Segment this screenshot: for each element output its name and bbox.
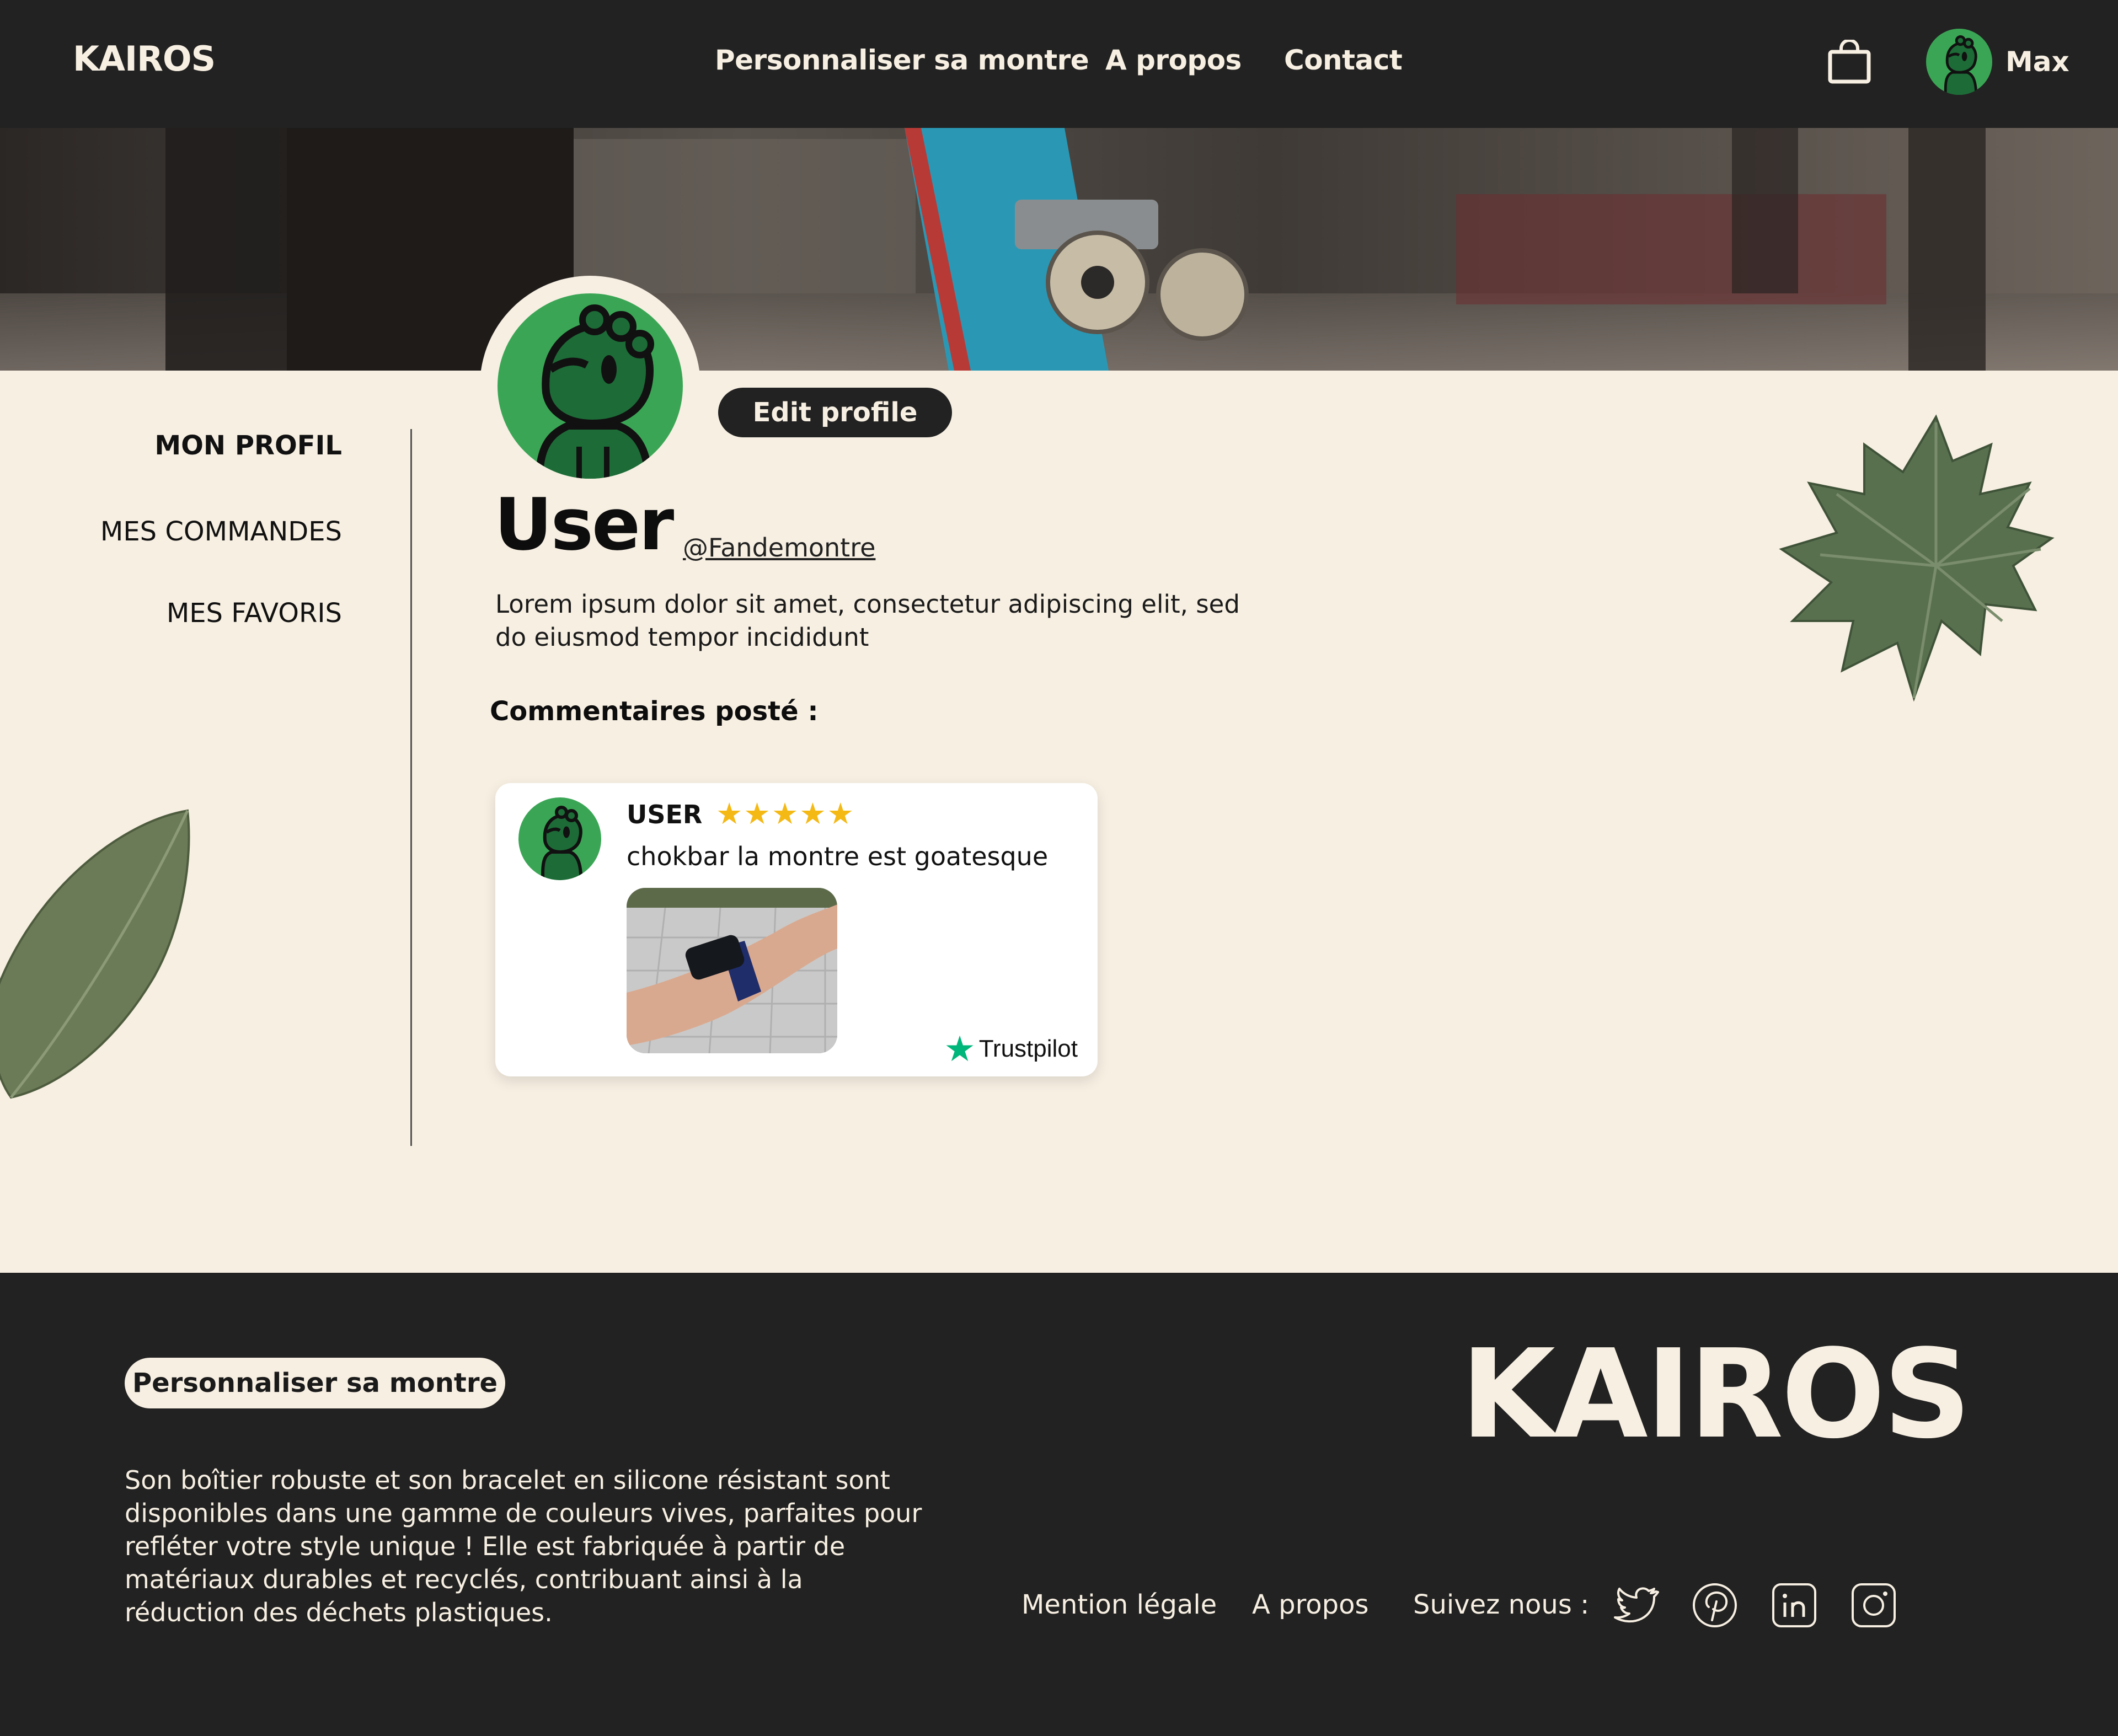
footer-description: Son boîtier robuste et son bracelet en s… [125, 1465, 922, 1627]
nav-personnaliser[interactable]: Personnaliser sa montre [715, 44, 1089, 76]
linkedin-icon[interactable] [1771, 1582, 1818, 1629]
avatar [1926, 29, 1992, 95]
comment-card: USER ★★★★★ chokbar la montre est goatesq… [495, 783, 1098, 1076]
profile-handle[interactable]: @Fandemontre [683, 533, 875, 562]
rating-stars: ★★★★★ [716, 796, 855, 831]
side-item-mes-favoris[interactable]: MES FAVORIS [167, 598, 342, 629]
skateboard-banner-image [0, 128, 2118, 371]
comment-photo[interactable] [627, 888, 837, 1053]
trustpilot-star-icon: ★ [944, 1029, 976, 1069]
footer-follow-label: Suivez nous : [1413, 1589, 1590, 1620]
twitter-icon[interactable] [1612, 1582, 1659, 1629]
maple-leaf-decoration [1779, 414, 2055, 702]
instagram-icon[interactable] [1850, 1582, 1897, 1629]
profile-bio: Lorem ipsum dolor sit amet, consectetur … [495, 590, 1240, 652]
watch-on-wrist-image [627, 888, 837, 1053]
comment-text: chokbar la montre est goatesque [627, 842, 1049, 871]
leaf-decoration [0, 809, 190, 1099]
user-name: Max [2005, 46, 2069, 78]
profile-name: User [494, 483, 674, 566]
user-menu[interactable]: Max [1926, 29, 2069, 95]
profile-avatar[interactable] [480, 276, 700, 496]
comments-title: Commentaires posté : [490, 696, 819, 727]
profile-banner [0, 128, 2118, 371]
top-navbar: KAIROS Personnaliser sa montre A propos … [0, 0, 2118, 128]
avatar [518, 797, 601, 880]
trustpilot-badge[interactable]: ★ Trustpilot [944, 1031, 1078, 1067]
side-item-mes-commandes[interactable]: MES COMMANDES [100, 516, 342, 547]
footer-link-a-propos[interactable]: A propos [1252, 1589, 1368, 1620]
trustpilot-label: Trustpilot [978, 1035, 1078, 1062]
site-logo[interactable]: KAIROS [73, 39, 216, 79]
footer-logo: KAIROS [1461, 1324, 1971, 1466]
edit-profile-button[interactable]: Edit profile [718, 388, 952, 437]
comment-username: USER [627, 800, 703, 829]
footer-cta-button[interactable]: Personnaliser sa montre [125, 1358, 505, 1408]
nav-contact[interactable]: Contact [1284, 44, 1403, 76]
footer-link-mention-legale[interactable]: Mention légale [1021, 1589, 1217, 1620]
pinterest-icon[interactable] [1691, 1582, 1739, 1629]
footer: Personnaliser sa montre Son boîtier robu… [0, 1273, 2118, 1736]
shopping-bag-icon[interactable] [1827, 40, 1872, 85]
nav-a-propos[interactable]: A propos [1105, 44, 1242, 76]
side-item-mon-profil[interactable]: MON PROFIL [154, 430, 342, 461]
vertical-divider [410, 429, 412, 1146]
